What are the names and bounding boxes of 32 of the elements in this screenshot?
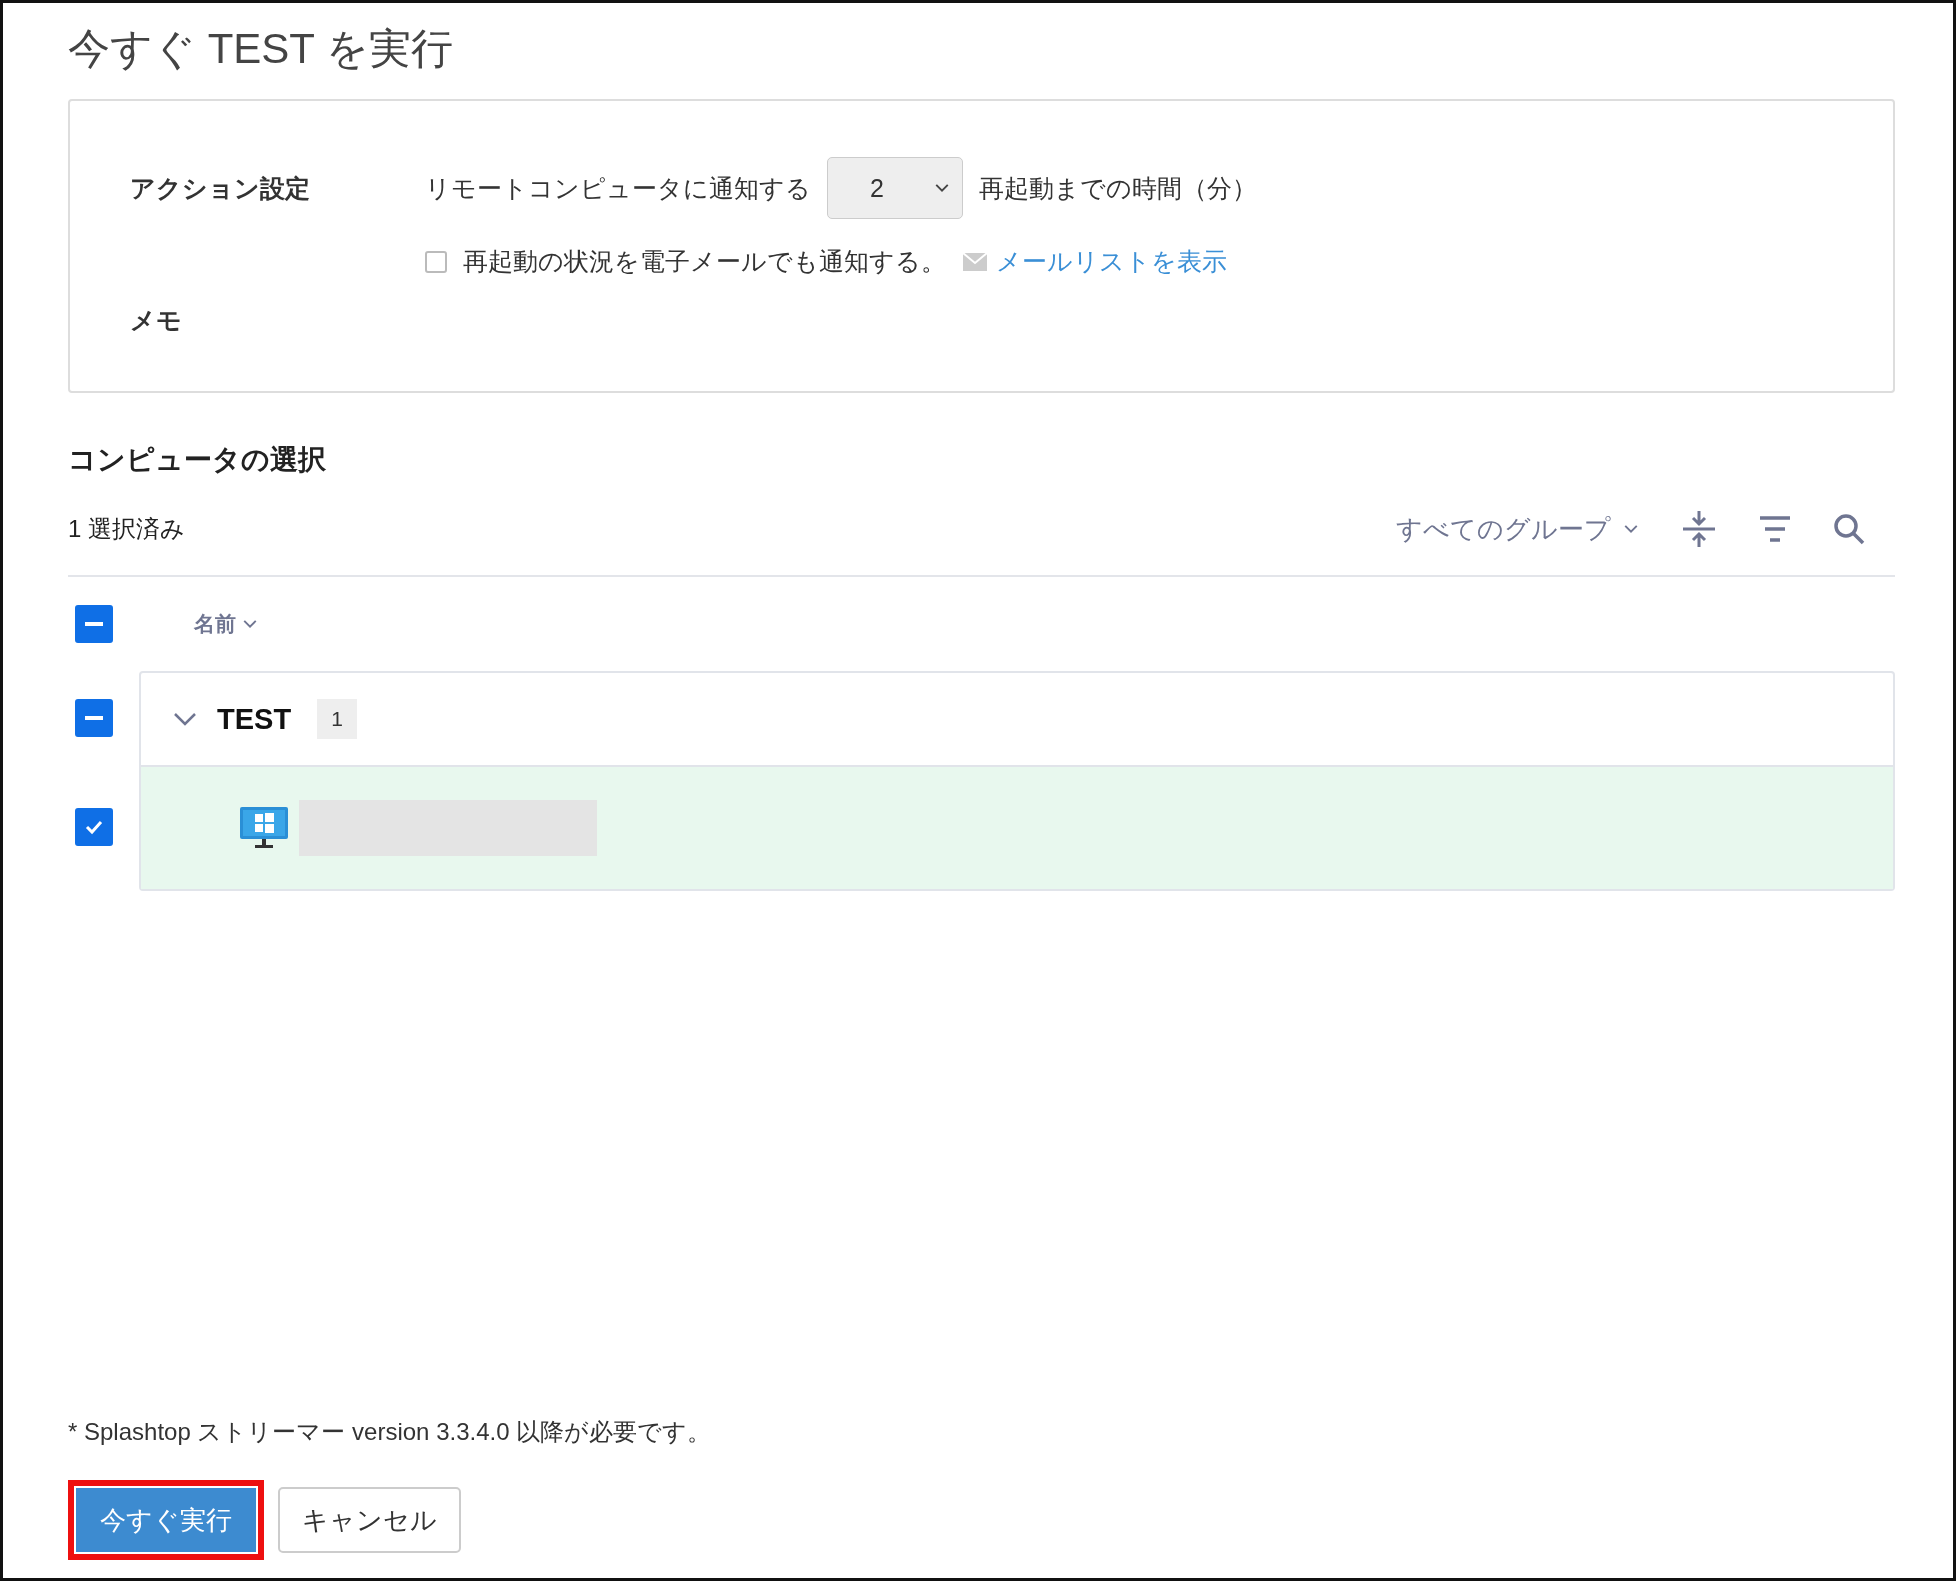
chevron-icon[interactable] xyxy=(173,712,197,726)
checkbox[interactable] xyxy=(75,605,113,643)
group-name: TEST xyxy=(217,702,292,736)
dialog-title: 今すぐ TEST を実行 xyxy=(68,24,454,74)
footnote: * Splashtop ストリーマー version 3.3.4.0 以降が必要です。 xyxy=(68,1417,713,1447)
minus-icon xyxy=(85,622,103,626)
run-now-button[interactable]: 今すぐ実行 xyxy=(68,1480,264,1560)
field-label: アクション設定 xyxy=(130,172,311,204)
checkbox-label: 再起動の状況を電子メールでも通知する。 xyxy=(463,246,946,277)
section-heading: コンピュータの選択 xyxy=(68,443,327,477)
selected-count: 1 選択済み xyxy=(68,514,185,544)
envelope-icon xyxy=(962,251,988,272)
caret-icon xyxy=(934,183,950,193)
field-label: リモートコンピュータに通知する xyxy=(425,172,811,204)
monitor-icon xyxy=(239,806,289,850)
group-filter-dropdown[interactable]: すべてのグループ xyxy=(1396,511,1639,547)
name-column-header[interactable]: 名前 xyxy=(194,610,258,638)
checkbox[interactable] xyxy=(75,699,113,737)
minutes-dropdown[interactable]: 2 xyxy=(827,157,963,219)
caret-icon xyxy=(242,619,258,629)
field-label: メモ xyxy=(130,305,183,336)
minus-icon xyxy=(85,716,103,720)
cancel-button[interactable]: キャンセル xyxy=(278,1487,461,1553)
caret-icon xyxy=(1623,524,1639,534)
count-badge: 1 xyxy=(317,699,357,739)
collapse-icon[interactable] xyxy=(1681,509,1717,549)
filter-icon[interactable] xyxy=(1759,515,1791,543)
search-icon[interactable] xyxy=(1833,513,1865,545)
checkbox[interactable] xyxy=(425,250,447,273)
checkbox[interactable] xyxy=(75,808,113,846)
field-label: 再起動までの時間（分） xyxy=(979,172,1257,204)
mail-list-link[interactable]: メールリストを表示 xyxy=(996,245,1227,278)
